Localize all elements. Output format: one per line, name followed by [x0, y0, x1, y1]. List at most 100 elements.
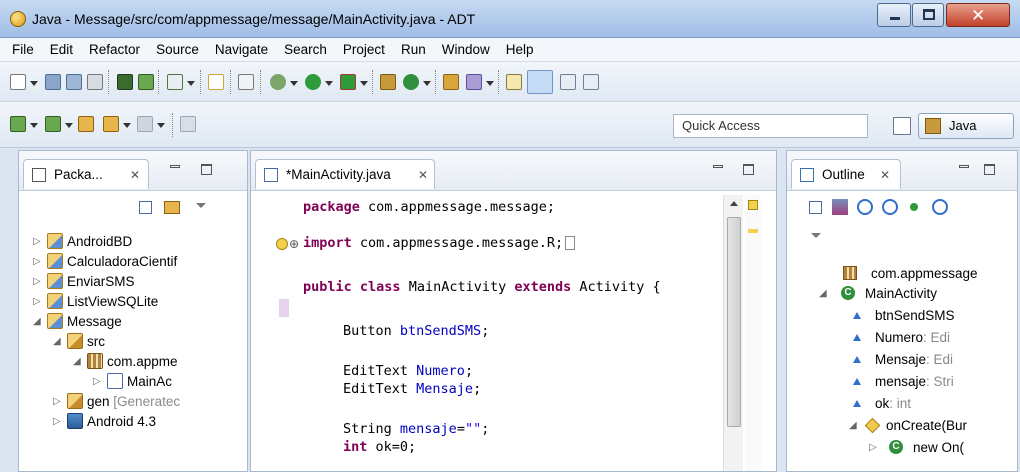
- code-line-import[interactable]: import com.appmessage.message.R;: [303, 235, 576, 251]
- outline-item-package[interactable]: com.appmessage: [843, 263, 978, 283]
- maximize-view-icon[interactable]: [201, 164, 212, 175]
- java-perspective-button[interactable]: Java: [918, 113, 1014, 139]
- hide-local-types-icon[interactable]: [932, 199, 948, 215]
- expand-icon[interactable]: ▷: [33, 296, 45, 307]
- maximize-editor-icon[interactable]: [743, 164, 754, 175]
- outline-item-btnsendsms[interactable]: btnSendSMS: [853, 305, 955, 325]
- lint-dropdown-icon[interactable]: [187, 81, 195, 86]
- maximize-button[interactable]: [912, 3, 944, 27]
- new-java-package-icon[interactable]: [380, 74, 396, 90]
- code-line-button-field[interactable]: Button btnSendSMS;: [343, 323, 489, 339]
- print-icon[interactable]: [87, 74, 103, 90]
- close-tab-icon[interactable]: ✕: [880, 168, 890, 182]
- collapse-icon[interactable]: ◢: [73, 356, 85, 367]
- tree-item-package[interactable]: ◢ com.appme: [73, 351, 178, 371]
- warning-lightbulb-icon[interactable]: [276, 238, 288, 250]
- expand-icon[interactable]: ▷: [33, 256, 45, 267]
- last-edit-location-icon[interactable]: [78, 116, 94, 132]
- tree-item-src[interactable]: ◢ src: [53, 331, 105, 351]
- outline-item-numero[interactable]: Numero : Edi: [853, 327, 950, 347]
- menu-search[interactable]: Search: [276, 42, 335, 57]
- menu-file[interactable]: File: [4, 42, 42, 57]
- run-icon[interactable]: [305, 74, 321, 90]
- close-tab-icon[interactable]: ✕: [418, 168, 428, 182]
- menu-run[interactable]: Run: [393, 42, 434, 57]
- menu-help[interactable]: Help: [498, 42, 542, 57]
- scrollbar-thumb[interactable]: [727, 217, 741, 427]
- next-annotation-dropdown-icon[interactable]: [30, 123, 38, 128]
- collapse-all-icon[interactable]: [139, 201, 152, 214]
- quick-access-input[interactable]: Quick Access: [673, 114, 868, 138]
- lint-check-icon[interactable]: [167, 74, 183, 90]
- tab-outline[interactable]: Outline ✕: [791, 159, 901, 189]
- tree-item-enviarsms[interactable]: ▷ EnviarSMS: [33, 271, 135, 291]
- code-line-mensaje-string[interactable]: String mensaje="";: [343, 421, 489, 437]
- avd-manager-icon[interactable]: [138, 74, 154, 90]
- close-tab-icon[interactable]: ✕: [130, 168, 140, 182]
- link-with-editor-icon[interactable]: [164, 201, 180, 214]
- hide-nonpublic-icon[interactable]: [910, 203, 918, 211]
- overview-ruler[interactable]: [745, 195, 761, 471]
- open-perspective-icon[interactable]: [893, 117, 911, 135]
- expand-icon[interactable]: ▷: [33, 236, 45, 247]
- outline-item-oncreate[interactable]: ◢ onCreate(Bur: [849, 415, 967, 435]
- pin-editor-icon[interactable]: [180, 116, 196, 132]
- show-whitespace-icon[interactable]: [583, 74, 599, 90]
- editor-vertical-scrollbar[interactable]: [723, 195, 743, 471]
- outline-item-class[interactable]: ◢ C MainActivity: [819, 283, 937, 303]
- menu-refactor[interactable]: Refactor: [81, 42, 148, 57]
- next-annotation-icon[interactable]: [10, 116, 26, 132]
- minimize-view-icon[interactable]: [170, 165, 180, 168]
- outline-item-anonymous[interactable]: ▷ Cnew On(: [869, 437, 964, 457]
- expand-icon[interactable]: ▷: [869, 442, 881, 453]
- tree-item-gen[interactable]: ▷ gen [Generatec: [53, 391, 180, 411]
- expand-icon[interactable]: ▷: [53, 416, 65, 427]
- block-selection-icon[interactable]: [560, 74, 576, 90]
- view-menu-icon[interactable]: [196, 203, 206, 208]
- hide-fields-icon[interactable]: [857, 199, 873, 215]
- scroll-up-icon[interactable]: [730, 201, 738, 206]
- collapse-icon[interactable]: ◢: [819, 288, 831, 299]
- save-all-icon[interactable]: [66, 74, 82, 90]
- previous-annotation-icon[interactable]: [45, 116, 61, 132]
- collapse-icon[interactable]: ◢: [849, 420, 861, 431]
- tree-item-message[interactable]: ◢ Message: [33, 311, 122, 331]
- expand-icon[interactable]: ▷: [33, 276, 45, 287]
- code-line-mensaje-field[interactable]: EditText Mensaje;: [343, 381, 481, 397]
- collapse-all-icon[interactable]: [809, 201, 822, 214]
- forward-dropdown-icon[interactable]: [157, 123, 165, 128]
- outline-item-mensaje[interactable]: Mensaje : Edi: [853, 349, 953, 369]
- expand-icon[interactable]: ▷: [53, 396, 65, 407]
- menu-project[interactable]: Project: [335, 42, 393, 57]
- search-icon[interactable]: [466, 74, 482, 90]
- code-line-package[interactable]: package com.appmessage.message;: [303, 199, 555, 215]
- external-tools-dropdown-icon[interactable]: [360, 81, 368, 86]
- tab-package-explorer[interactable]: Packa... ✕: [23, 159, 149, 189]
- menu-navigate[interactable]: Navigate: [207, 42, 276, 57]
- tree-item-android-lib[interactable]: ▷ Android 4.3: [53, 411, 156, 431]
- outline-item-ok[interactable]: ok : int: [853, 393, 911, 413]
- hide-static-icon[interactable]: [882, 199, 898, 215]
- minimize-editor-icon[interactable]: [713, 165, 723, 168]
- forward-icon[interactable]: [137, 116, 153, 132]
- external-tools-icon[interactable]: [340, 74, 356, 90]
- back-icon[interactable]: [103, 116, 119, 132]
- warning-marker-icon[interactable]: [748, 229, 758, 233]
- fold-expand-icon[interactable]: ⊕: [289, 237, 299, 251]
- expand-icon[interactable]: ▷: [93, 376, 105, 387]
- new-icon[interactable]: [10, 74, 26, 90]
- code-line-class-decl[interactable]: public class MainActivity extends Activi…: [303, 279, 661, 295]
- minimize-view-icon[interactable]: [959, 165, 969, 168]
- warning-marker-icon[interactable]: [748, 200, 758, 210]
- menu-source[interactable]: Source: [148, 42, 207, 57]
- debug-dropdown-icon[interactable]: [290, 81, 298, 86]
- android-sdk-icon[interactable]: [117, 74, 133, 90]
- tree-item-calculadora[interactable]: ▷ CalculadoraCientif: [33, 251, 177, 271]
- code-line-int-ok[interactable]: int ok=0;: [343, 439, 416, 455]
- new-java-class-icon[interactable]: [403, 74, 419, 90]
- collapse-icon[interactable]: ◢: [33, 316, 45, 327]
- minimize-button[interactable]: [877, 3, 911, 27]
- new-android-project-icon[interactable]: [208, 74, 224, 90]
- outline-item-mensaje-string[interactable]: mensaje : Stri: [853, 371, 954, 391]
- open-type-icon[interactable]: [443, 74, 459, 90]
